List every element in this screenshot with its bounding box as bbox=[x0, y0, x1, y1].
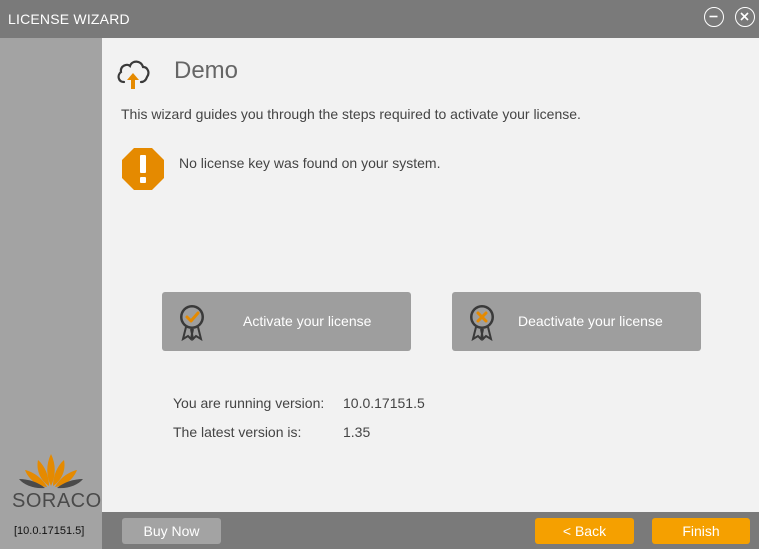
page-title: Demo bbox=[174, 57, 239, 84]
close-icon bbox=[740, 12, 749, 21]
activate-license-button[interactable]: Activate your license bbox=[162, 292, 411, 351]
warning-message: No license key was found on your system. bbox=[179, 155, 441, 171]
warning-octagon-icon bbox=[122, 148, 164, 190]
intro-text: This wizard guides you through the steps… bbox=[121, 106, 581, 122]
running-version-value: 10.0.17151.5 bbox=[343, 395, 425, 411]
close-button[interactable] bbox=[735, 7, 755, 27]
latest-version-label: The latest version is: bbox=[173, 424, 302, 440]
soraco-logo-icon bbox=[19, 454, 83, 489]
badge-x-icon bbox=[470, 305, 494, 341]
window-title: LICENSE WIZARD bbox=[8, 11, 130, 27]
brand-name: SORACO bbox=[12, 490, 102, 512]
title-bar: LICENSE WIZARD bbox=[0, 0, 759, 38]
cloud-upload-icon bbox=[117, 60, 150, 89]
deactivate-license-label: Deactivate your license bbox=[518, 313, 663, 329]
latest-version-value: 1.35 bbox=[343, 424, 371, 440]
activate-license-label: Activate your license bbox=[243, 313, 372, 329]
back-button[interactable]: < Back bbox=[535, 518, 634, 544]
finish-button[interactable]: Finish bbox=[652, 518, 750, 544]
running-version-label: You are running version: bbox=[173, 395, 325, 411]
version-badge: [10.0.17151.5] bbox=[14, 525, 85, 537]
minimize-button[interactable] bbox=[704, 7, 724, 27]
minimize-icon bbox=[709, 15, 718, 18]
badge-check-icon bbox=[180, 305, 204, 341]
deactivate-license-button[interactable]: Deactivate your license bbox=[452, 292, 701, 351]
buy-now-button[interactable]: Buy Now bbox=[122, 518, 221, 544]
